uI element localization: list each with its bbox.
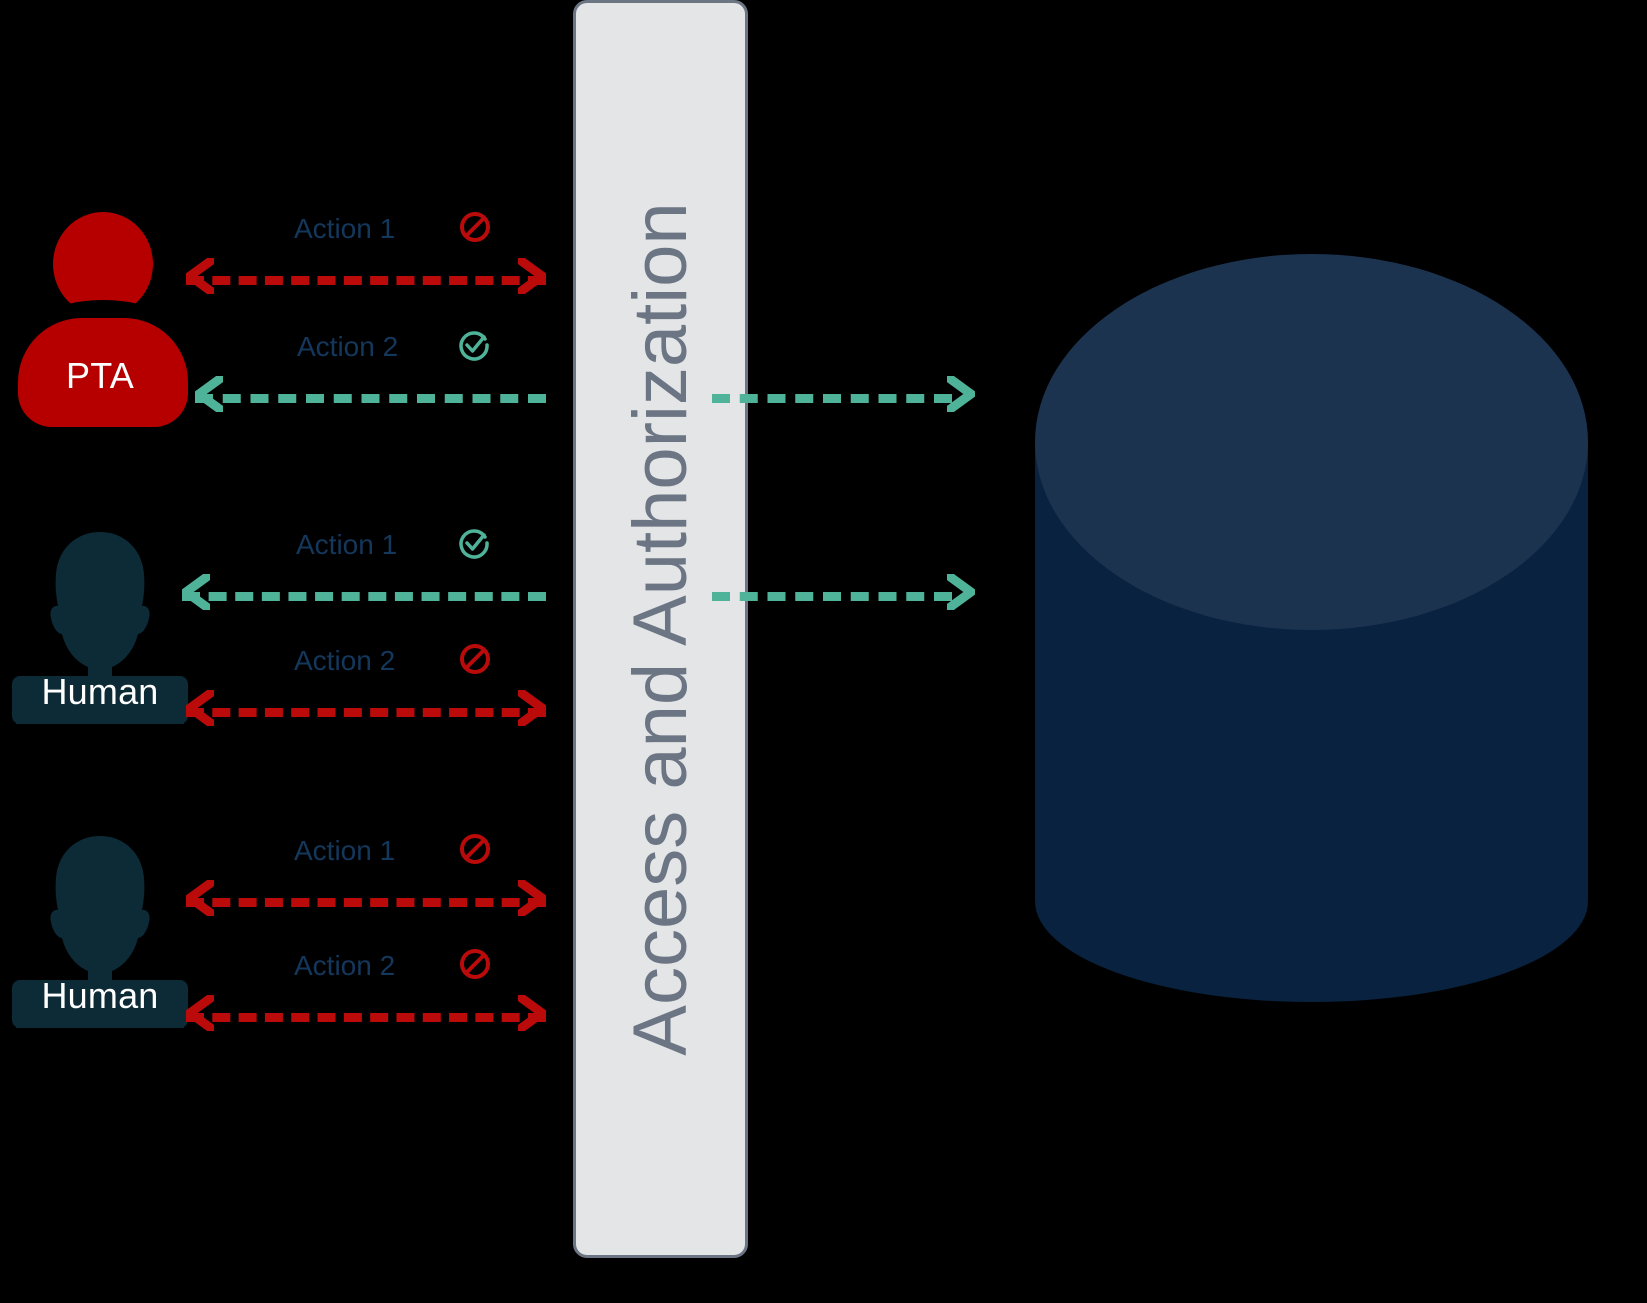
connector-line — [186, 898, 546, 907]
diagram-canvas: PTA Human Human Access and Authorization — [0, 0, 1647, 1303]
check-circle-icon — [457, 328, 491, 362]
connector-line — [712, 394, 952, 403]
connector-line — [186, 276, 546, 285]
connection-action-label: Action 2 — [297, 331, 399, 362]
connection-human1-action-1: Action 1 — [182, 529, 546, 624]
connection-human1-action-1-to-datastore — [712, 564, 975, 624]
connection-human1-action-2: Action 2 — [186, 644, 546, 740]
connection-pta-action-2: Action 2 — [195, 331, 546, 426]
access-authorization-gate[interactable]: Access and Authorization — [573, 0, 748, 1258]
prohibited-icon — [458, 642, 492, 676]
actor-human-1[interactable]: Human — [12, 528, 188, 724]
arrowhead-right-icon — [518, 880, 546, 916]
arrowhead-left-icon — [186, 258, 214, 294]
human-silhouette-icon — [12, 532, 188, 724]
prohibited-icon — [458, 947, 492, 981]
connection-action-label: Action 2 — [294, 645, 396, 676]
connector-line — [195, 394, 546, 403]
connection-action-label: Action 1 — [294, 213, 396, 244]
check-circle-icon — [457, 526, 491, 560]
arrowhead-left-icon — [186, 995, 214, 1031]
arrowhead-right-icon — [518, 690, 546, 726]
connection-pta-action-1: Action 1 — [186, 212, 546, 308]
arrowhead-left-icon — [195, 376, 223, 412]
arrowhead-right-icon — [518, 995, 546, 1031]
datastore-cylinder[interactable] — [1035, 254, 1588, 1002]
cylinder-top-ellipse — [1035, 254, 1588, 630]
human-silhouette-icon — [12, 836, 188, 1028]
connection-human2-action-2: Action 2 — [186, 949, 546, 1045]
connection-action-label: Action 1 — [294, 835, 396, 866]
connection-human2-action-1: Action 1 — [186, 834, 546, 930]
arrowhead-left-icon — [186, 690, 214, 726]
connector-line — [712, 592, 952, 601]
arrowhead-right-icon — [947, 376, 975, 412]
connector-line — [186, 708, 546, 717]
actor-pta[interactable]: PTA — [10, 212, 190, 427]
arrowhead-left-icon — [182, 574, 210, 610]
actor-human-2[interactable]: Human — [12, 832, 188, 1028]
prohibited-icon — [458, 210, 492, 244]
pta-body-icon — [18, 318, 188, 427]
connector-line — [186, 1013, 546, 1022]
prohibited-icon — [458, 832, 492, 866]
gate-label: Access and Authorization — [617, 202, 703, 1056]
connection-action-label: Action 2 — [294, 950, 396, 981]
arrowhead-right-icon — [518, 258, 546, 294]
connection-pta-action-2-to-datastore — [712, 366, 975, 426]
arrowhead-left-icon — [186, 880, 214, 916]
connector-line — [182, 592, 546, 601]
arrowhead-right-icon — [947, 574, 975, 610]
connection-action-label: Action 1 — [296, 529, 398, 560]
